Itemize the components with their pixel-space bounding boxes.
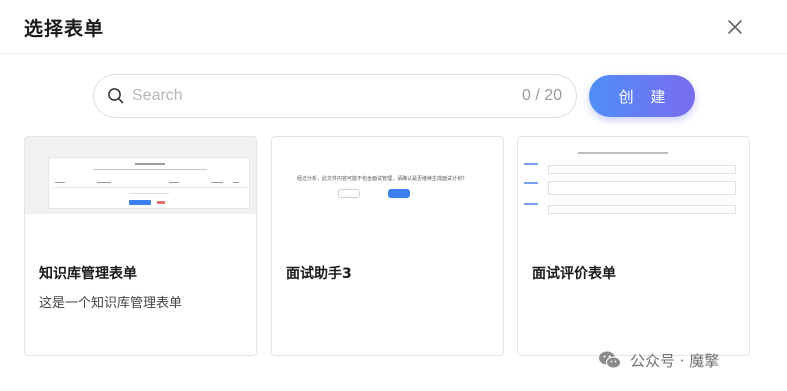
- wechat-icon: [599, 351, 621, 369]
- watermark: 公众号 · 魔擎: [598, 347, 719, 373]
- form-card-thumbnail: [25, 137, 256, 214]
- dialog-title: 选择表单: [24, 18, 105, 40]
- watermark-text: 公众号 · 魔擎: [630, 351, 720, 370]
- form-card-thumbnail: [518, 137, 749, 214]
- form-card-thumbnail: 经过分析，此文件内容可能不包含面试管理，请确认是否继续生成面试计划？: [272, 137, 503, 214]
- close-icon: [728, 20, 742, 34]
- search-input[interactable]: [132, 87, 522, 105]
- dialog-header: 选择表单: [0, 0, 787, 54]
- form-card-knowledge-base[interactable]: 知识库管理表单 这是一个知识库管理表单: [24, 136, 257, 356]
- form-card-title: 面试助手3: [286, 266, 352, 282]
- form-card-description: 这是一个知识库管理表单: [39, 296, 183, 311]
- create-button[interactable]: 创 建: [589, 75, 695, 117]
- form-card-interview-assistant[interactable]: 经过分析，此文件内容可能不包含面试管理，请确认是否继续生成面试计划？ 面试助手3: [271, 136, 504, 356]
- search-character-counter: 0 / 20: [521, 87, 562, 104]
- form-card-interview-evaluation[interactable]: 面试评价表单: [517, 136, 750, 356]
- form-card-title: 面试评价表单: [532, 266, 616, 282]
- search-icon: [106, 86, 126, 106]
- search-box: 0 / 20: [93, 74, 577, 118]
- select-form-dialog: 选择表单 0 / 20 创 建: [0, 0, 787, 391]
- thumbnail-question-text: 经过分析，此文件内容可能不包含面试管理，请确认是否继续生成面试计划？: [297, 176, 468, 182]
- form-card-title: 知识库管理表单: [39, 266, 137, 282]
- close-button[interactable]: [722, 14, 748, 40]
